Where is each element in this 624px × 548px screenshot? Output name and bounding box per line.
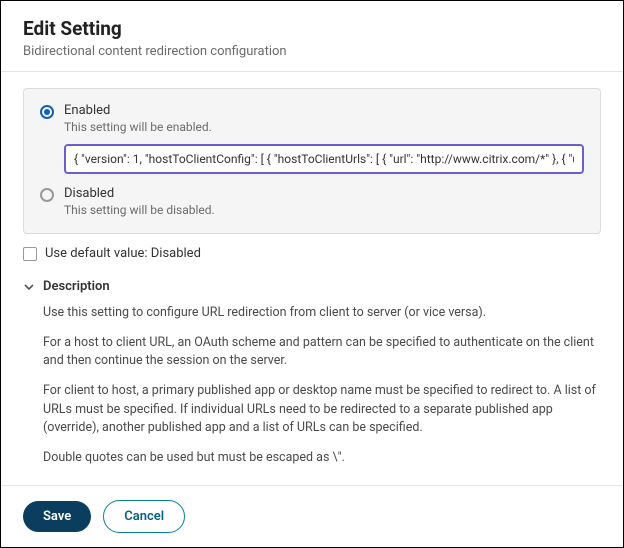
save-button[interactable]: Save [23, 501, 91, 532]
description-p3: For client to host, a primary published … [43, 382, 601, 436]
radio-disabled-label: Disabled [64, 186, 215, 201]
radio-disabled[interactable]: Disabled This setting will be disabled. [40, 186, 584, 217]
checkbox-icon [23, 247, 37, 261]
chevron-down-icon [23, 281, 35, 293]
setting-value-input[interactable] [64, 144, 584, 174]
radio-disabled-desc: This setting will be disabled. [64, 203, 215, 217]
setting-panel: Enabled This setting will be enabled. Di… [23, 88, 601, 234]
radio-enabled[interactable]: Enabled This setting will be enabled. [40, 103, 584, 134]
description-title: Description [43, 279, 110, 294]
radio-enabled-desc: This setting will be enabled. [64, 120, 212, 134]
radio-icon-selected [40, 105, 54, 119]
description-p1: Use this setting to configure URL redire… [43, 304, 601, 322]
radio-enabled-label: Enabled [64, 103, 212, 118]
dialog-header: Edit Setting Bidirectional content redir… [1, 1, 623, 72]
description-body: Use this setting to configure URL redire… [43, 304, 601, 467]
dialog-content: Enabled This setting will be enabled. Di… [1, 72, 623, 484]
description-section: Description Use this setting to configur… [23, 279, 601, 467]
radio-icon-unselected [40, 188, 54, 202]
page-subtitle: Bidirectional content redirection config… [23, 44, 601, 59]
description-p2: For a host to client URL, an OAuth schem… [43, 334, 601, 370]
dialog-footer: Save Cancel [1, 485, 623, 547]
description-p4: Double quotes can be used but must be es… [43, 449, 601, 467]
page-title: Edit Setting [23, 17, 601, 40]
use-default-label: Use default value: Disabled [45, 246, 201, 261]
cancel-button[interactable]: Cancel [103, 500, 185, 533]
description-toggle[interactable]: Description [23, 279, 601, 294]
use-default-checkbox-row[interactable]: Use default value: Disabled [23, 246, 601, 261]
